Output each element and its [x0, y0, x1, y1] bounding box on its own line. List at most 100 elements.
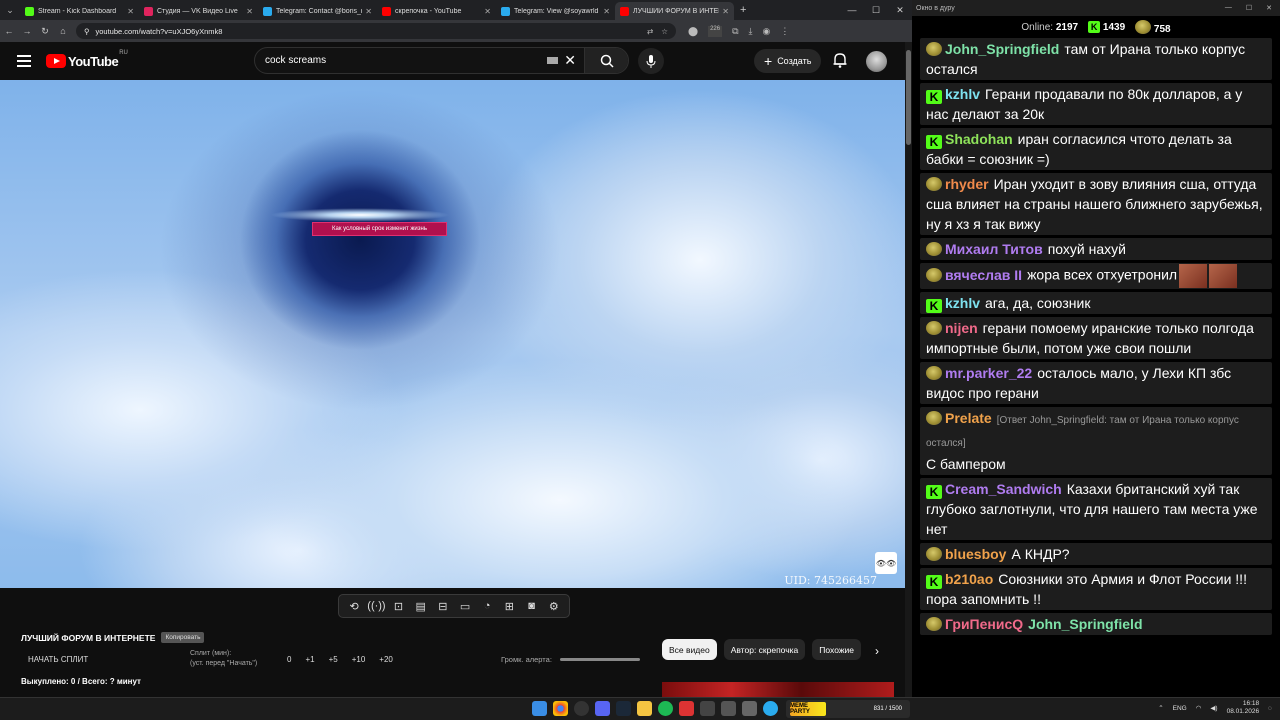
tool-button-icon[interactable]: ◔ [478, 600, 496, 612]
search-button[interactable] [584, 48, 628, 73]
home-button[interactable]: ⌂ [54, 26, 72, 36]
notifications-icon[interactable]: ◌ [1268, 705, 1272, 712]
close-window-button[interactable]: ✕ [1266, 4, 1272, 12]
extension-icon[interactable]: ⬤ [688, 26, 698, 37]
youtube-logo[interactable]: YouTube RU [46, 50, 128, 69]
tool-button-icon[interactable]: ⊞ [500, 600, 518, 613]
chat-username[interactable]: Prelate [945, 410, 992, 426]
create-button[interactable]: + Создать [754, 49, 822, 73]
clock[interactable]: 16:18 08.01.2026 [1227, 700, 1260, 716]
tool-button-icon[interactable]: ((·)) [367, 600, 385, 612]
voice-search-button[interactable] [638, 48, 664, 74]
tab-5[interactable]: ЛУЧШИЙ ФОРУМ В ИНТЕРНЕ✕ [615, 2, 734, 20]
steam-icon[interactable] [616, 701, 631, 716]
explorer-icon[interactable] [637, 701, 652, 716]
chat-username[interactable]: Cream_Sandwich [945, 481, 1062, 497]
tool-button-icon[interactable]: ⚙ [545, 600, 563, 613]
tab-close-icon[interactable]: ✕ [246, 7, 253, 16]
channel-watermark[interactable]: 👁👁 [875, 552, 897, 574]
extension-badge[interactable]: 226 [708, 25, 723, 37]
chat-username[interactable]: вячеслав II [945, 267, 1022, 283]
profile-icon[interactable]: ◉ [763, 26, 771, 37]
tab-1[interactable]: Студия — VK Видео Live ✕ [139, 2, 258, 20]
split-value-button[interactable]: +20 [379, 655, 393, 664]
hamburger-menu-icon[interactable] [17, 55, 31, 67]
tool-button-icon[interactable]: ⊡ [389, 600, 407, 613]
chat-username[interactable]: ГриПенисQ [945, 616, 1023, 632]
tab-search-button[interactable]: ⌄ [0, 0, 20, 20]
tab-0[interactable]: Stream - Kick Dashboard ✕ [20, 2, 139, 20]
app-icon[interactable] [742, 701, 757, 716]
tab-4[interactable]: Telegram: View @soyawrld ✕ [496, 2, 615, 20]
notifications-bell-icon[interactable] [833, 52, 847, 73]
start-icon[interactable] [532, 701, 547, 716]
menu-kebab-icon[interactable]: ⋮ [780, 26, 789, 37]
tool-button-icon[interactable]: ⟲ [345, 600, 363, 613]
clear-search-icon[interactable]: ✕ [564, 52, 576, 69]
filter-chip[interactable]: Похожие [812, 639, 861, 660]
video-player[interactable]: Как условный срок изменит жизнь 👁👁 UID: … [0, 80, 905, 588]
chat-username[interactable]: kzhlv [945, 86, 980, 102]
telegram-icon[interactable] [763, 701, 778, 716]
site-info-icon[interactable]: ⚲ [84, 27, 90, 36]
filter-chip[interactable]: Все видео [662, 639, 717, 660]
tool-button-icon[interactable]: ▤ [412, 600, 430, 613]
copy-button[interactable]: Копировать [161, 632, 205, 643]
tab-close-icon[interactable]: ✕ [722, 7, 729, 16]
obs-icon[interactable] [574, 701, 589, 716]
tool-button-icon[interactable]: ◙ [523, 600, 541, 612]
maximize-button[interactable]: ☐ [1246, 4, 1252, 12]
spotify-icon[interactable] [658, 701, 673, 716]
split-value-button[interactable]: 0 [287, 655, 291, 664]
new-tab-button[interactable]: + [734, 4, 752, 16]
tray-chevron-icon[interactable]: ⌃ [1158, 704, 1163, 712]
chat-username[interactable]: Shadohan [945, 131, 1013, 147]
page-scrollbar[interactable] [905, 42, 912, 697]
chat-username[interactable]: nijen [945, 320, 978, 336]
tab-2[interactable]: Telegram: Contact @boris_roch✕ [258, 2, 377, 20]
tab-close-icon[interactable]: ✕ [365, 7, 372, 16]
keyboard-icon[interactable] [547, 57, 559, 64]
reload-button[interactable]: ↻ [36, 26, 54, 37]
split-value-button[interactable]: +1 [305, 655, 314, 664]
back-button[interactable]: ← [0, 26, 18, 36]
filter-chip[interactable]: Автор: скрепочка [723, 639, 806, 660]
avatar[interactable] [866, 51, 887, 72]
close-window-button[interactable]: ✕ [888, 5, 912, 16]
forward-button[interactable]: → [18, 26, 36, 36]
split-value-button[interactable]: +5 [329, 655, 338, 664]
chevron-right-icon[interactable]: › [875, 644, 879, 658]
minimize-button[interactable]: — [1225, 4, 1232, 12]
url-field[interactable]: ⚲ youtube.com/watch?v=uXJO6yXnmk8 ⇄ ☆ [76, 23, 676, 39]
chrome-icon[interactable] [553, 701, 568, 716]
wifi-icon[interactable]: ◠ [1196, 704, 1202, 712]
app-icon[interactable] [679, 701, 694, 716]
chat-username[interactable]: kzhlv [945, 295, 980, 311]
alert-volume-slider[interactable] [559, 658, 640, 661]
extensions-puzzle-icon[interactable]: ⧉ [732, 26, 738, 37]
tool-button-icon[interactable]: ⊟ [434, 600, 452, 613]
tab-close-icon[interactable]: ✕ [484, 7, 491, 16]
meme-party-widget[interactable]: MEME PARTY 831 / 1500 [786, 700, 910, 718]
search-input[interactable]: cock screams [255, 55, 547, 66]
chat-username[interactable]: bluesboy [945, 546, 1006, 562]
discord-icon[interactable] [595, 701, 610, 716]
downloads-icon[interactable]: ⤓ [749, 26, 753, 37]
tab-close-icon[interactable]: ✕ [603, 7, 610, 16]
app-icon[interactable] [721, 701, 736, 716]
recommended-thumbnail[interactable] [662, 682, 894, 697]
start-split-button[interactable]: НАЧАТЬ СПЛИТ [28, 655, 88, 664]
minimize-button[interactable]: — [840, 5, 864, 15]
volume-icon[interactable]: ◀) [1210, 704, 1217, 712]
chat-username[interactable]: Михаил Титов [945, 241, 1043, 257]
maximize-button[interactable]: ☐ [864, 5, 888, 16]
chat-username[interactable]: mr.parker_22 [945, 365, 1032, 381]
tool-button-icon[interactable]: ▭ [456, 600, 474, 613]
chat-username[interactable]: b210ao [945, 571, 993, 587]
bookmark-star-icon[interactable]: ☆ [661, 27, 668, 36]
split-value-button[interactable]: +10 [352, 655, 366, 664]
translate-icon[interactable]: ⇄ [647, 27, 653, 36]
chat-username[interactable]: John_Springfield [945, 41, 1059, 57]
tab-3[interactable]: скрепочка - YouTube ✕ [377, 2, 496, 20]
language-indicator[interactable]: ENG [1173, 705, 1187, 712]
